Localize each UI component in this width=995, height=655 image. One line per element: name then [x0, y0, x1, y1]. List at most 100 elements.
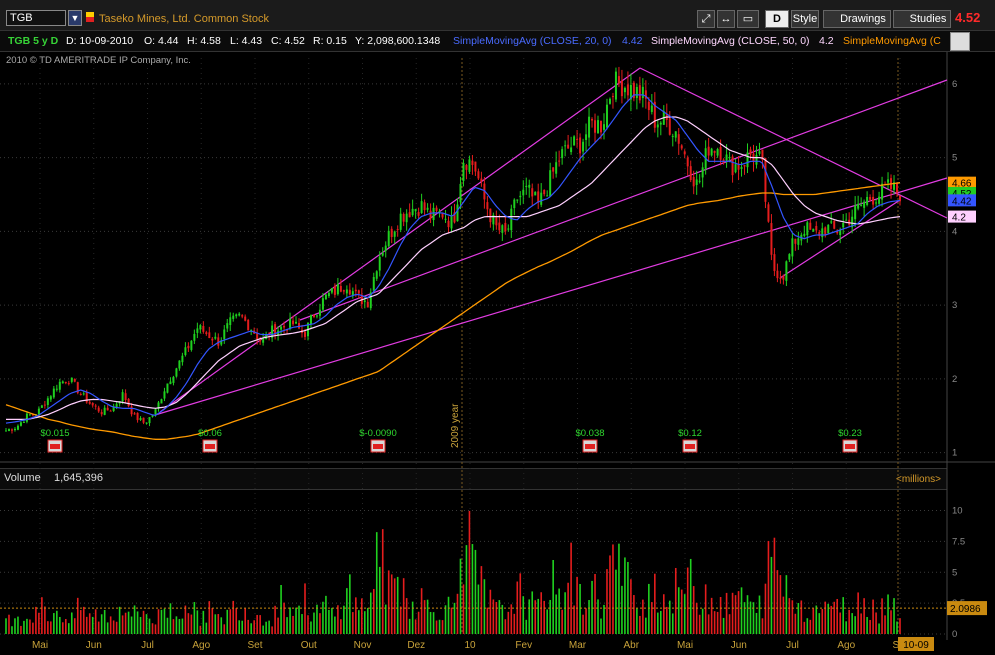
candle-body	[411, 208, 414, 216]
volume-bar	[695, 602, 698, 634]
candle-body	[504, 222, 507, 232]
volume-bar	[50, 621, 52, 634]
volume-bar	[645, 617, 647, 634]
candle-body	[366, 301, 369, 308]
candle-body	[695, 179, 698, 185]
candle-body	[821, 228, 824, 238]
candle-body	[262, 338, 265, 343]
candle-body	[740, 167, 743, 169]
candle-body	[136, 412, 139, 421]
volume-bar	[250, 623, 252, 634]
candle-body	[91, 403, 94, 406]
candle-body	[602, 124, 605, 130]
candle-body	[522, 189, 525, 196]
candle-body	[623, 87, 626, 93]
volume-bar	[208, 601, 211, 634]
volume-bar	[76, 597, 79, 634]
volume-bar	[818, 613, 821, 634]
candle-body	[330, 287, 333, 293]
volume-bar	[878, 623, 880, 634]
volume-bar	[38, 612, 40, 634]
candle-body	[605, 104, 608, 128]
volume-bar	[839, 612, 842, 634]
candle-body	[671, 135, 674, 137]
volume-bar	[426, 599, 429, 634]
volume-bar	[190, 614, 193, 634]
month-label: Jun	[731, 640, 747, 651]
candle-body	[734, 164, 737, 173]
candle-body	[887, 179, 890, 183]
candle-body	[600, 120, 603, 133]
volume-bar	[465, 545, 468, 634]
candle-body	[94, 405, 97, 407]
volume-bar	[151, 623, 154, 634]
sma200-line	[5, 182, 901, 440]
volume-bar	[103, 609, 106, 634]
candle-body	[100, 412, 103, 415]
candle-body	[238, 313, 241, 316]
volume-bar	[253, 620, 255, 634]
candle-body	[226, 323, 229, 329]
volume-bar	[755, 612, 758, 634]
volume-bar	[67, 623, 70, 634]
candle-body	[474, 161, 477, 172]
candle-body	[878, 196, 881, 204]
month-label: Ago	[192, 640, 210, 651]
volume-bar	[689, 558, 692, 634]
volume-bar	[896, 621, 898, 634]
candle-body	[776, 270, 779, 279]
volume-bar	[423, 600, 426, 634]
candle-body	[471, 160, 474, 165]
volume-bar	[651, 602, 653, 634]
volume-bar	[337, 605, 339, 634]
volume-bar	[525, 619, 528, 634]
candle-body	[683, 151, 686, 155]
candle-body	[716, 149, 719, 156]
volume-bar	[582, 614, 584, 634]
price-tick-label: 4	[952, 226, 957, 237]
candle-body	[635, 87, 638, 99]
volume-bar	[671, 613, 674, 634]
candle-body	[295, 321, 298, 324]
trendline	[299, 79, 948, 321]
volume-bar	[127, 611, 130, 634]
volume-bar	[857, 592, 859, 634]
month-label: Mai	[32, 640, 48, 651]
candle-body	[543, 189, 546, 195]
volume-bar	[806, 618, 809, 634]
volume-bar	[866, 617, 868, 634]
volume-bar	[319, 613, 321, 634]
month-label: Jul	[786, 640, 799, 651]
candle-body	[43, 404, 46, 406]
candle-body	[396, 228, 399, 230]
price-chart[interactable]: 12345602.557.510MaiJunJulAgoSetOutNovDez…	[0, 0, 995, 655]
candle-body	[345, 289, 348, 294]
month-label: 10	[464, 640, 476, 651]
candle-body	[79, 393, 82, 395]
volume-bar	[20, 625, 22, 634]
candle-body	[208, 332, 211, 339]
candle-body	[405, 213, 408, 223]
volume-bar	[636, 608, 638, 634]
candle-body	[292, 320, 295, 325]
volume-bar	[429, 611, 432, 634]
volume-bar	[372, 588, 375, 634]
volume-bar	[53, 613, 55, 634]
candle-body	[163, 391, 166, 399]
candle-body	[689, 166, 692, 181]
candle-body	[387, 230, 390, 247]
candle-body	[558, 160, 561, 162]
volume-bar	[29, 619, 31, 634]
candle-body	[465, 165, 468, 170]
candle-body	[576, 138, 579, 140]
candle-body	[450, 215, 453, 229]
volume-bar	[734, 595, 737, 634]
volume-bar	[612, 544, 614, 634]
candle-body	[121, 392, 124, 402]
volume-bar	[794, 613, 797, 634]
volume-bar	[79, 610, 82, 634]
candle-body	[833, 220, 836, 229]
candle-body	[247, 319, 250, 331]
candle-body	[178, 360, 181, 369]
candle-body	[614, 71, 617, 100]
